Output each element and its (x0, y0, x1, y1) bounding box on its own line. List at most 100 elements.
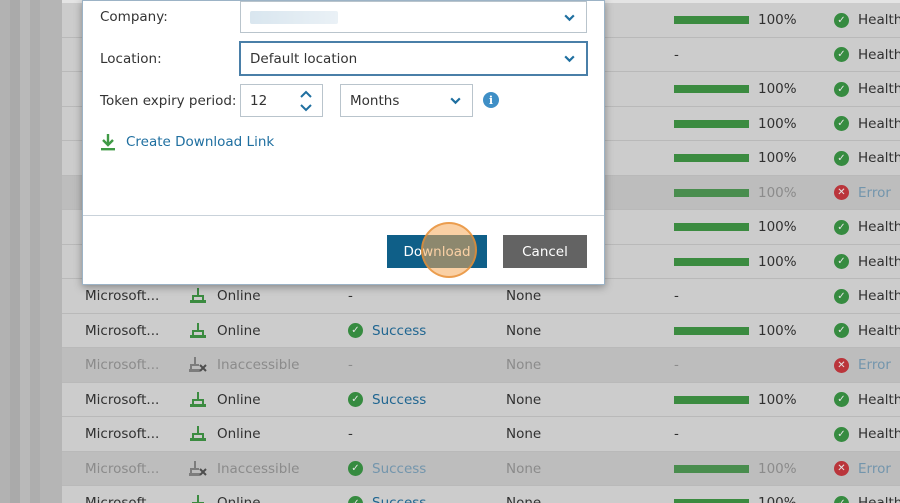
health-text: Health (858, 495, 900, 503)
company-select[interactable] (240, 1, 587, 33)
progress-cell: 100% (674, 176, 797, 211)
health-text: Health (858, 391, 900, 408)
status-cell: - (348, 348, 353, 383)
cancel-button[interactable]: Cancel (503, 235, 587, 268)
check-circle-icon: ✓ (348, 323, 363, 339)
name-cell: Microsoft... (85, 383, 159, 418)
progress-cell: 100% (674, 245, 797, 280)
health-cell: ✓ Health (834, 72, 900, 107)
token-expiry-value: 12 (250, 92, 268, 109)
check-circle-icon: ✓ (834, 288, 849, 304)
status-text: - (348, 426, 353, 443)
network-online-icon (190, 322, 206, 338)
progress-text: - (674, 357, 679, 374)
health-text: Health (858, 426, 900, 443)
period-unit-value: Months (350, 92, 400, 109)
check-circle-icon: ✓ (834, 392, 849, 408)
progress-bar (674, 464, 749, 473)
status-link[interactable]: Success (372, 495, 426, 503)
check-circle-icon: ✓ (348, 461, 363, 477)
health-cell: ✓ Health (834, 3, 900, 38)
progress-text: 100% (758, 12, 797, 29)
state-text: Inaccessible (217, 460, 300, 477)
progress-bar (674, 499, 749, 503)
health-text: Health (858, 150, 900, 167)
health-error-link[interactable]: Error (858, 185, 891, 201)
progress-cell: - (674, 38, 679, 73)
progress-bar (674, 16, 749, 25)
network-online-icon (190, 426, 206, 442)
extra-cell: None (506, 383, 541, 418)
progress-cell: 100% (674, 141, 797, 176)
name-cell: Microsoft... (85, 452, 159, 487)
status-cell: ✓ Success (348, 383, 426, 418)
status-link[interactable]: Success (372, 461, 426, 477)
chevron-down-icon (564, 14, 575, 22)
table-row[interactable]: Microsoft... Online - None - ✓ Health (62, 417, 900, 452)
health-cell: ✕ Error (834, 176, 891, 211)
progress-text: 100% (758, 115, 797, 132)
name-cell: Microsoft... (85, 314, 159, 349)
error-circle-icon: ✕ (834, 357, 849, 373)
create-download-link[interactable]: Create Download Link (100, 133, 274, 151)
status-cell: ✓ Success (348, 486, 426, 503)
progress-bar (674, 85, 749, 94)
check-circle-icon: ✓ (834, 116, 849, 132)
health-error-link[interactable]: Error (858, 461, 891, 477)
state-cell: Online (189, 486, 261, 503)
download-button[interactable]: Download (387, 235, 487, 268)
network-inaccessible-icon (189, 460, 207, 476)
health-error-link[interactable]: Error (858, 357, 891, 373)
error-circle-icon: ✕ (834, 461, 849, 477)
state-text: Online (217, 288, 261, 305)
check-circle-icon: ✓ (834, 47, 849, 63)
status-text: - (348, 288, 353, 305)
health-cell: ✓ Health (834, 210, 900, 245)
health-text: Health (858, 253, 900, 270)
progress-cell: 100% (674, 3, 797, 38)
chevron-down-icon (450, 97, 461, 105)
check-circle-icon: ✓ (348, 495, 363, 503)
status-link[interactable]: Success (372, 323, 426, 339)
health-text: Health (858, 81, 900, 98)
table-row[interactable]: Microsoft... Online ✓ Success None 100% ✓ Healt… (62, 313, 900, 349)
progress-text: 100% (758, 391, 797, 408)
progress-cell: 100% (674, 383, 797, 418)
progress-cell: 100% (674, 107, 797, 142)
table-row[interactable]: Microsoft... Online ✓ Success None 100% ✓ Healt… (62, 382, 900, 418)
extra-text: None (506, 460, 542, 477)
location-select[interactable]: Default location (240, 42, 587, 75)
progress-bar (674, 395, 749, 404)
state-cell: Online (189, 383, 261, 418)
health-cell: ✓ Health (834, 107, 900, 142)
chevron-down-icon (564, 55, 575, 63)
health-cell: ✕ Error (834, 452, 891, 487)
token-expiry-input[interactable]: 12 (240, 84, 323, 117)
table-row[interactable]: Microsoft... Inaccessible ✓ Success None 100%… (62, 451, 900, 487)
progress-bar (674, 223, 749, 232)
name-cell: Microsoft... (85, 486, 159, 503)
extra-text: None (506, 288, 542, 305)
health-cell: ✓ Health (834, 245, 900, 280)
progress-bar (674, 326, 749, 335)
dialog-divider (83, 215, 604, 216)
up-down-spinner-icon[interactable] (299, 88, 313, 114)
health-cell: ✓ Health (834, 38, 900, 73)
progress-bar (674, 188, 749, 197)
period-unit-select[interactable]: Months (340, 84, 473, 117)
health-text: Health (858, 115, 900, 132)
name-text: Microsoft... (85, 426, 160, 443)
table-row[interactable]: Microsoft... Online ✓ Success None 100% ✓ Healt… (62, 486, 900, 503)
progress-cell: 100% (674, 452, 797, 487)
status-link[interactable]: Success (372, 392, 426, 408)
progress-cell: 100% (674, 314, 797, 349)
status-cell: ✓ Success (348, 452, 426, 487)
check-circle-icon: ✓ (834, 254, 849, 270)
info-icon[interactable]: i (483, 92, 499, 108)
health-cell: ✓ Health (834, 417, 900, 452)
extra-text: None (506, 357, 542, 374)
health-text: Health (858, 12, 900, 29)
table-row[interactable]: Microsoft... Inaccessible - None - ✕ Error (62, 348, 900, 383)
check-circle-icon: ✓ (834, 150, 849, 166)
progress-text: - (674, 288, 679, 305)
